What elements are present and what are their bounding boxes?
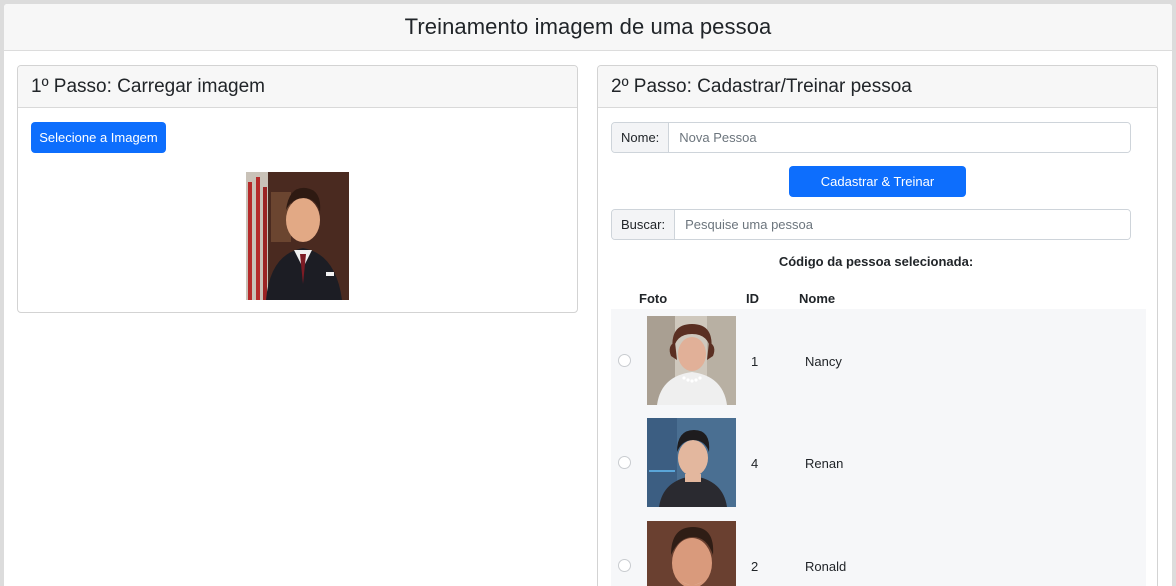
selected-person-code-label: Código da pessoa selecionada: [778,254,974,269]
row-select-radio[interactable] [618,456,631,469]
row-select-radio[interactable] [618,559,631,572]
table-row[interactable]: 4 Renan [611,411,1146,513]
step1-title: 1º Passo: Carregar imagem [31,75,265,97]
step2-card: 2º Passo: Cadastrar/Treinar pessoa Nome:… [597,65,1158,586]
row-name: Renan [805,456,844,471]
portrait-image [246,172,349,300]
people-table-header: Foto ID Nome [611,289,1146,309]
step1-card: 1º Passo: Carregar imagem Selecione a Im… [17,65,578,313]
nancy-photo [647,316,736,405]
row-name: Ronald [805,559,847,574]
step1-card-header: 1º Passo: Carregar imagem [18,66,577,108]
name-input[interactable] [669,123,1130,152]
step2-card-header: 2º Passo: Cadastrar/Treinar pessoa [598,66,1157,108]
renan-photo [647,418,736,507]
name-label: Nome: [612,123,670,152]
table-row[interactable]: 1 Nancy [611,309,1146,411]
column-header-foto: Foto [639,291,668,306]
step2-title: 2º Passo: Cadastrar/Treinar pessoa [611,75,912,97]
uploaded-image [246,172,349,300]
search-label: Buscar: [612,210,676,239]
row-id: 4 [751,456,759,471]
people-table-body: 1 Nancy 4 Renan 2 Ronald [611,309,1146,586]
row-select-radio[interactable] [618,354,631,367]
name-input-group: Nome: [611,122,1131,153]
person-photo [647,316,736,405]
window-edge [1172,0,1176,586]
ronald-photo [647,521,736,586]
page-title: Treinamento imagem de uma pessoa [404,14,772,39]
person-photo [647,418,736,507]
search-input[interactable] [675,210,1130,239]
search-input-group: Buscar: [611,209,1131,240]
app-window: Treinamento imagem de uma pessoa 1º Pass… [4,4,1172,586]
row-name: Nancy [805,354,842,369]
row-id: 1 [751,354,759,369]
column-header-id: ID [746,291,759,306]
column-header-nome: Nome [799,291,836,306]
page-header: Treinamento imagem de uma pessoa [4,4,1172,51]
row-id: 2 [751,559,759,574]
table-row[interactable]: 2 Ronald [611,513,1146,586]
person-photo [647,521,736,586]
register-train-button[interactable]: Cadastrar & Treinar [789,166,966,197]
select-image-button[interactable]: Selecione a Imagem [31,122,166,153]
